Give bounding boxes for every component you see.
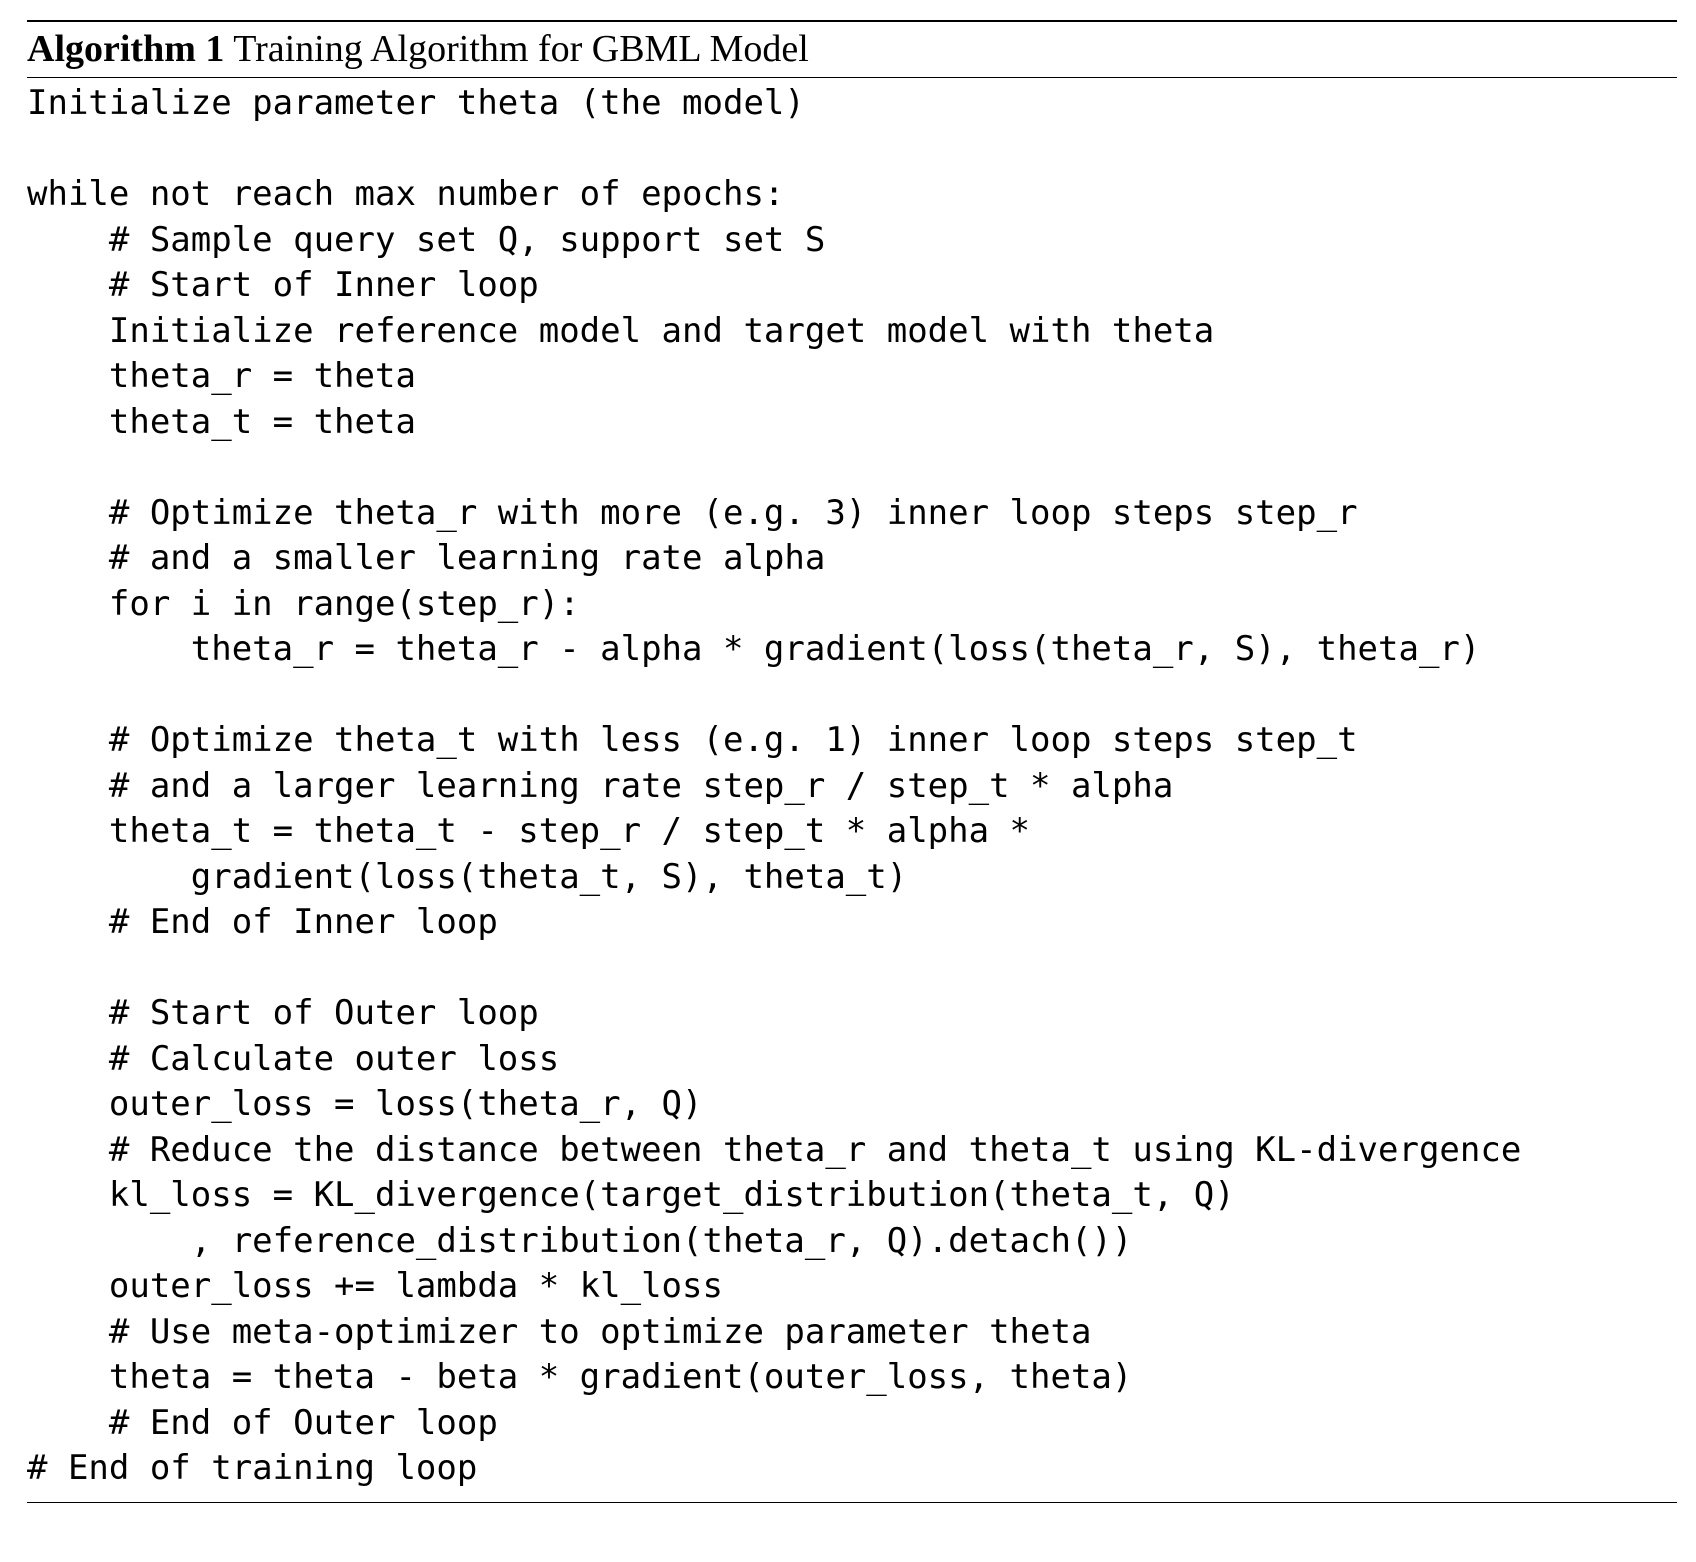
code-line: theta_t = theta_t - step_r / step_t * al… <box>27 811 1031 851</box>
code-line: # Start of Inner loop <box>27 265 539 305</box>
code-line: # Calculate outer loss <box>27 1038 560 1079</box>
code-line: outer_loss += lambda * kl_loss <box>27 1266 723 1306</box>
code-line: while not reach max number of epochs: <box>27 174 785 214</box>
code-line: theta_t = theta <box>27 401 416 442</box>
code-line: Initialize parameter theta (the model) <box>27 83 805 123</box>
code-line: # End of training loop <box>27 1448 478 1488</box>
code-line: theta = theta - beta * gradient(outer_lo… <box>27 1357 1133 1397</box>
algorithm-title: Training Algorithm for GBML Model <box>233 28 809 70</box>
code-line: # End of Inner loop <box>27 902 498 942</box>
code-line: # Start of Outer loop <box>27 993 539 1033</box>
code-line: gradient(loss(theta_t, S), theta_t) <box>27 856 908 897</box>
code-line: # and a smaller learning rate alpha <box>27 538 826 578</box>
code-line: # and a larger learning rate step_r / st… <box>27 765 1174 806</box>
algorithm-caption: Algorithm 1 Training Algorithm for GBML … <box>27 22 1677 77</box>
code-listing: Initialize parameter theta (the model) w… <box>27 81 1677 1500</box>
code-line: # Sample query set Q, support set S <box>27 219 826 260</box>
code-line: for i in range(step_r): <box>27 583 580 624</box>
code-line: # Use meta-optimizer to optimize paramet… <box>27 1311 1092 1352</box>
code-line: theta_r = theta <box>27 356 416 396</box>
algorithm-label: Algorithm 1 <box>27 28 225 70</box>
code-line: theta_r = theta_r - alpha * gradient(los… <box>27 629 1481 669</box>
code-line: Initialize reference model and target mo… <box>27 310 1215 351</box>
code-line: , reference_distribution(theta_r, Q).det… <box>27 1220 1133 1261</box>
algorithm-block: Algorithm 1 Training Algorithm for GBML … <box>27 20 1677 1503</box>
code-line: # Optimize theta_t with less (e.g. 1) in… <box>27 720 1358 760</box>
code-line: outer_loss = loss(theta_r, Q) <box>27 1084 703 1124</box>
bottom-rule <box>27 1501 1677 1503</box>
code-line: # End of Outer loop <box>27 1402 498 1443</box>
code-line: # Reduce the distance between theta_r an… <box>27 1129 1522 1170</box>
caption-rule <box>27 77 1677 78</box>
code-line: kl_loss = KL_divergence(target_distribut… <box>27 1175 1235 1215</box>
code-line: # Optimize theta_r with more (e.g. 3) in… <box>27 492 1358 533</box>
